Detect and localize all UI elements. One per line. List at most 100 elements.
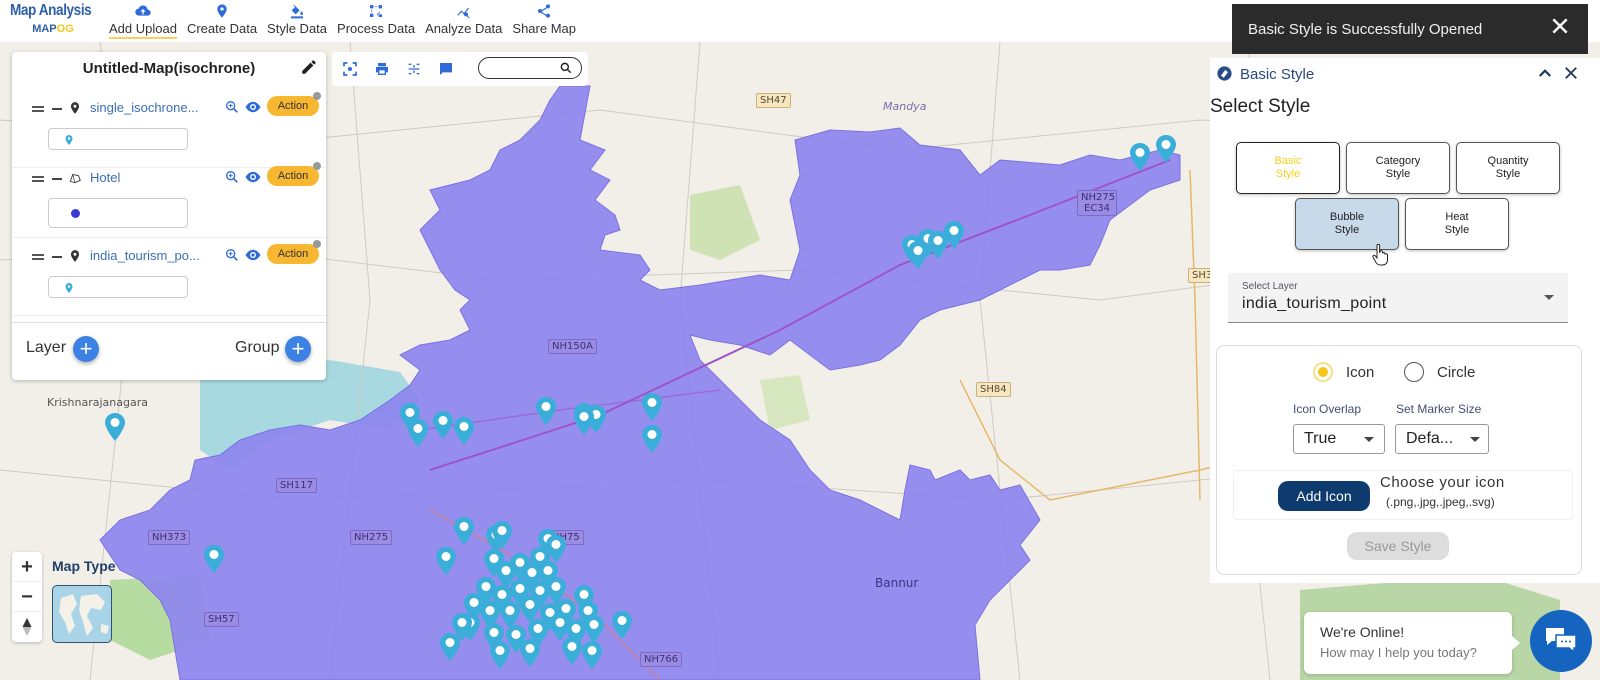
layer-name[interactable]: india_tourism_po... xyxy=(90,248,200,263)
map-search-input[interactable] xyxy=(487,58,565,76)
nav-share-map[interactable]: Share Map xyxy=(507,0,581,42)
point-layer-icon xyxy=(70,250,80,262)
tourism-point-marker[interactable] xyxy=(611,610,633,640)
add-icon-button[interactable]: Add Icon xyxy=(1278,481,1370,511)
world-map-thumbnail-icon xyxy=(59,594,109,636)
quantity-style-button[interactable]: Quantity Style xyxy=(1456,142,1560,194)
road-label-nh275-ec34: NH275 EC34 xyxy=(1077,190,1117,216)
brand-title: Map Analysis xyxy=(10,2,92,19)
bubble-style-button[interactable]: Bubble Style xyxy=(1295,198,1399,250)
nav-process-data-label: Process Data xyxy=(337,21,416,36)
basic-style-button[interactable]: Basic Style xyxy=(1236,142,1340,194)
tourism-point-marker[interactable] xyxy=(535,396,557,426)
layer-action-button[interactable]: Action xyxy=(267,166,319,186)
layer-action-button[interactable]: Action xyxy=(267,244,319,264)
nav-style-data[interactable]: Style Data xyxy=(262,0,332,42)
place-label-krishnarajanagara: Krishnarajanagara xyxy=(47,396,148,409)
toast-message: Basic Style is Successfully Opened xyxy=(1248,21,1483,38)
tourism-point-marker[interactable] xyxy=(943,220,965,250)
share-icon xyxy=(538,4,551,18)
visibility-eye-icon[interactable] xyxy=(244,170,262,184)
layer-name[interactable]: single_isochrone... xyxy=(90,100,198,115)
visibility-eye-icon[interactable] xyxy=(244,248,262,262)
collapse-icon[interactable] xyxy=(52,178,62,180)
tourism-point-marker[interactable] xyxy=(439,632,461,662)
tourism-point-marker[interactable] xyxy=(1129,142,1151,172)
chat-title: We're Online! xyxy=(1320,624,1405,640)
tourism-point-marker[interactable] xyxy=(641,392,663,422)
drag-handle-icon[interactable] xyxy=(32,106,44,112)
nav-analyze-data[interactable]: Analyze Data xyxy=(420,0,507,42)
nav-create-data[interactable]: Create Data xyxy=(182,0,262,42)
nav-add-upload[interactable]: Add Upload xyxy=(104,0,182,42)
tourism-point-marker[interactable] xyxy=(519,638,541,668)
chat-launcher-button[interactable] xyxy=(1530,610,1592,672)
select-layer-dropdown[interactable]: Select Layer india_tourism_point xyxy=(1228,273,1568,323)
tourism-point-marker[interactable] xyxy=(453,516,475,546)
tourism-point-marker[interactable] xyxy=(104,412,126,442)
tourism-point-marker[interactable] xyxy=(1155,134,1177,164)
marker-size-select[interactable]: Defa... xyxy=(1395,424,1489,454)
layer-name[interactable]: Hotel xyxy=(90,170,120,185)
comment-icon[interactable] xyxy=(438,61,454,77)
visibility-eye-icon[interactable] xyxy=(244,100,262,114)
tourism-point-marker[interactable] xyxy=(489,640,511,670)
fullscreen-focus-icon[interactable] xyxy=(342,61,358,77)
drag-handle-icon[interactable] xyxy=(32,254,44,260)
close-icon[interactable] xyxy=(1562,64,1580,82)
zoom-to-layer-icon[interactable] xyxy=(224,247,240,263)
dropdown-caret-icon xyxy=(1470,437,1480,442)
zoom-to-layer-icon[interactable] xyxy=(224,99,240,115)
icon-overlap-select[interactable]: True xyxy=(1293,424,1385,454)
tourism-point-marker[interactable] xyxy=(581,640,603,670)
tourism-point-marker[interactable] xyxy=(573,406,595,436)
add-layer-button[interactable]: + xyxy=(73,336,99,362)
cloud-upload-icon xyxy=(135,5,151,16)
road-label-nh373: NH373 xyxy=(148,530,191,545)
icon-radio[interactable] xyxy=(1313,362,1333,382)
tourism-point-marker[interactable] xyxy=(432,410,454,440)
collapse-icon[interactable] xyxy=(52,256,62,258)
tourism-point-marker[interactable] xyxy=(907,240,929,270)
search-icon[interactable] xyxy=(559,61,573,75)
close-icon[interactable] xyxy=(1550,16,1570,36)
print-icon[interactable] xyxy=(374,61,390,77)
circle-radio[interactable] xyxy=(1404,362,1424,382)
brand-logo[interactable]: Map Analysis MAPOG xyxy=(10,2,96,35)
choose-icon-formats: (.png,.jpg,.jpeg,.svg) xyxy=(1386,495,1495,509)
zoom-out-button[interactable]: − xyxy=(12,582,42,612)
edit-pencil-icon[interactable] xyxy=(300,58,318,76)
quantity-style-label: Quantity Style xyxy=(1487,155,1529,180)
main-nav: Add Upload Create Data Style Data Proces… xyxy=(104,0,581,42)
layer-legend xyxy=(48,128,188,150)
tourism-point-marker[interactable] xyxy=(435,546,457,576)
blue-dot-icon xyxy=(71,209,80,218)
save-style-button[interactable]: Save Style xyxy=(1347,532,1449,560)
tourism-point-marker[interactable] xyxy=(641,424,663,454)
layer-action-button[interactable]: Action xyxy=(267,96,319,116)
map-type-toggle[interactable] xyxy=(52,585,112,643)
collapse-icon[interactable] xyxy=(52,108,62,110)
chat-greeting-bubble[interactable]: We're Online! How may I help you today? xyxy=(1304,612,1520,674)
compass-reset-button[interactable] xyxy=(12,612,42,642)
tourism-point-marker[interactable] xyxy=(453,416,475,446)
layer-row: india_tourism_po... Action xyxy=(12,238,326,316)
zoom-to-layer-icon[interactable] xyxy=(224,169,240,185)
tourism-point-marker[interactable] xyxy=(203,544,225,574)
nav-process-data[interactable]: Process Data xyxy=(332,0,420,42)
tourism-point-marker[interactable] xyxy=(561,636,583,666)
drag-handle-icon[interactable] xyxy=(32,176,44,182)
measure-icon[interactable] xyxy=(406,61,422,77)
tourism-point-marker[interactable] xyxy=(491,520,513,550)
zoom-in-button[interactable]: + xyxy=(12,552,42,582)
heat-style-button[interactable]: Heat Style xyxy=(1405,198,1509,250)
layer-panel: Untitled-Map(isochrone) single_isochrone… xyxy=(12,52,326,380)
road-label-nh150a: NH150A xyxy=(548,339,597,354)
map-type-label: Map Type xyxy=(52,558,116,574)
category-style-button[interactable]: Category Style xyxy=(1346,142,1450,194)
nav-style-data-label: Style Data xyxy=(267,21,328,36)
tourism-point-marker[interactable] xyxy=(407,418,429,448)
choose-icon-label: Choose your icon xyxy=(1380,474,1505,491)
chevron-up-icon[interactable] xyxy=(1536,64,1554,82)
add-group-button[interactable]: + xyxy=(285,336,311,362)
